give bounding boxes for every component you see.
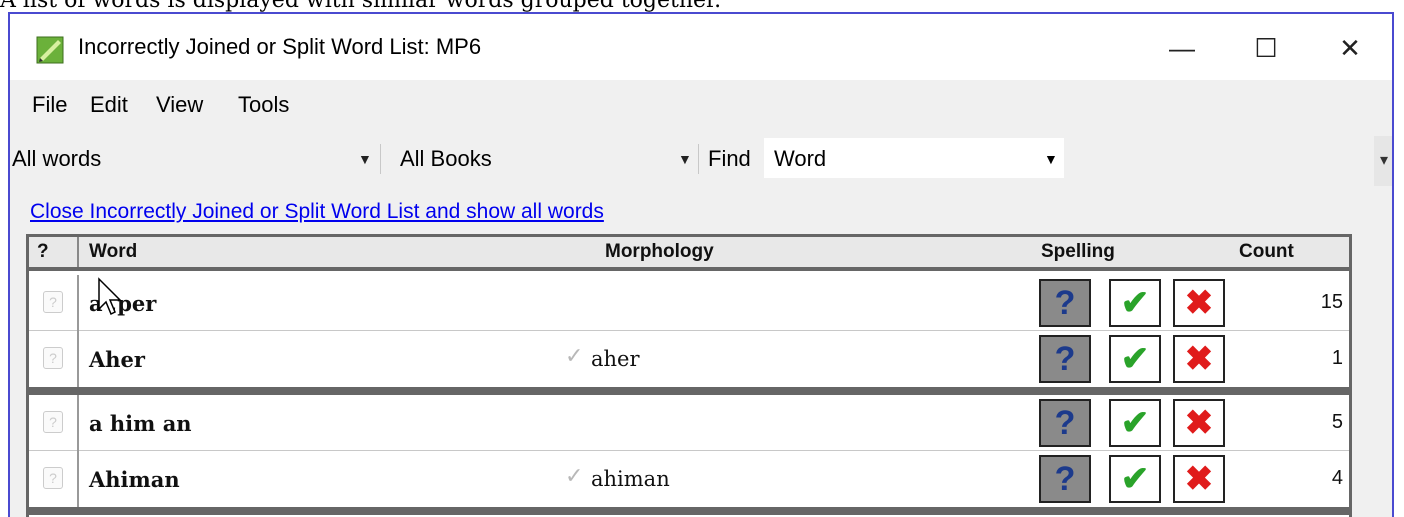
find-field[interactable]: Word ▼: [764, 138, 1064, 178]
question-cell: ?: [29, 451, 79, 507]
group-separator: [29, 507, 1349, 515]
word-filter-arrow-icon[interactable]: ▼: [358, 140, 372, 178]
header-question[interactable]: ?: [37, 241, 49, 263]
word-cell: a him an: [89, 411, 192, 436]
header-count[interactable]: Count: [1239, 241, 1294, 263]
spelling-unknown-button[interactable]: ?: [1039, 335, 1091, 383]
books-arrow-icon[interactable]: ▼: [678, 140, 692, 178]
menu-tools[interactable]: Tools: [238, 92, 289, 118]
morphology-check-icon: ✓: [565, 343, 584, 368]
word-list-table: ? Word Morphology Spelling Count ^ ? a ,…: [26, 234, 1352, 517]
header-word[interactable]: Word: [89, 241, 137, 263]
question-icon[interactable]: ?: [43, 347, 63, 369]
vertical-scrollbar[interactable]: [1349, 271, 1352, 517]
word-cell: Aher: [89, 347, 145, 372]
header-morphology[interactable]: Morphology: [605, 241, 714, 263]
menu-view[interactable]: View: [156, 92, 203, 118]
word-filter-dropdown[interactable]: All words: [12, 140, 101, 178]
maximize-button[interactable]: ☐: [1236, 26, 1296, 70]
window-title: Incorrectly Joined or Split Word List: M…: [78, 34, 482, 59]
table-row[interactable]: ? a ,per ? ✔ ✖ 15: [29, 275, 1349, 331]
morphology-cell: aher: [591, 347, 640, 371]
spelling-correct-button[interactable]: ✔: [1109, 455, 1161, 503]
find-arrow-icon[interactable]: ▼: [1044, 140, 1058, 178]
app-icon: [36, 36, 64, 64]
question-icon[interactable]: ?: [43, 411, 63, 433]
spelling-unknown-button[interactable]: ?: [1039, 279, 1091, 327]
toolbar-separator: [380, 144, 381, 174]
count-cell: 4: [1331, 467, 1343, 489]
spelling-unknown-button[interactable]: ?: [1039, 399, 1091, 447]
toolbar: All words ▼ All Books ▼ Find Word ▼: [10, 132, 1376, 186]
table-row[interactable]: ? Aher ✓ aher ? ✔ ✖ 1: [29, 331, 1349, 387]
spelling-unknown-button[interactable]: ?: [1039, 455, 1091, 503]
question-cell: ?: [29, 395, 79, 451]
spelling-incorrect-button[interactable]: ✖: [1173, 335, 1225, 383]
spelling-incorrect-button[interactable]: ✖: [1173, 399, 1225, 447]
title-bar: Incorrectly Joined or Split Word List: M…: [10, 14, 1392, 80]
find-field-value: Word: [774, 146, 827, 171]
word-cell: Ahiman: [89, 467, 180, 492]
spelling-incorrect-button[interactable]: ✖: [1173, 279, 1225, 327]
find-label: Find: [708, 146, 751, 171]
close-list-link[interactable]: Close Incorrectly Joined or Split Word L…: [30, 200, 604, 224]
header-divider: [77, 237, 79, 267]
header-spelling[interactable]: Spelling: [1041, 241, 1115, 263]
table-header: ? Word Morphology Spelling Count ^: [29, 237, 1349, 271]
question-icon[interactable]: ?: [43, 291, 63, 313]
morphology-cell: ahiman: [591, 467, 670, 491]
books-dropdown[interactable]: All Books: [400, 140, 492, 178]
toolbar-overflow-icon[interactable]: ▾: [1374, 136, 1392, 186]
count-cell: 1: [1331, 347, 1343, 369]
count-cell: 15: [1320, 291, 1343, 313]
table-row[interactable]: ? Ahiman ✓ ahiman ? ✔ ✖ 4: [29, 451, 1349, 507]
group-separator: [29, 387, 1349, 395]
question-cell: ?: [29, 331, 79, 387]
question-cell: ?: [29, 275, 79, 331]
minimize-button[interactable]: —: [1152, 26, 1212, 70]
toolbar-separator: [698, 144, 699, 174]
scrollbar-thumb[interactable]: [1351, 277, 1352, 309]
morphology-check-icon: ✓: [565, 463, 584, 488]
word-list-window: Incorrectly Joined or Split Word List: M…: [8, 12, 1394, 517]
menu-bar: File Edit View Tools: [10, 80, 1392, 132]
spelling-correct-button[interactable]: ✔: [1109, 335, 1161, 383]
count-cell: 5: [1331, 411, 1343, 433]
close-window-button[interactable]: ✕: [1320, 26, 1380, 70]
table-row[interactable]: ? a him an ? ✔ ✖ 5: [29, 395, 1349, 451]
menu-file[interactable]: File: [32, 92, 67, 118]
menu-edit[interactable]: Edit: [90, 92, 128, 118]
spelling-correct-button[interactable]: ✔: [1109, 279, 1161, 327]
spelling-correct-button[interactable]: ✔: [1109, 399, 1161, 447]
mouse-cursor-icon: [98, 277, 122, 316]
question-icon[interactable]: ?: [43, 467, 63, 489]
spelling-incorrect-button[interactable]: ✖: [1173, 455, 1225, 503]
